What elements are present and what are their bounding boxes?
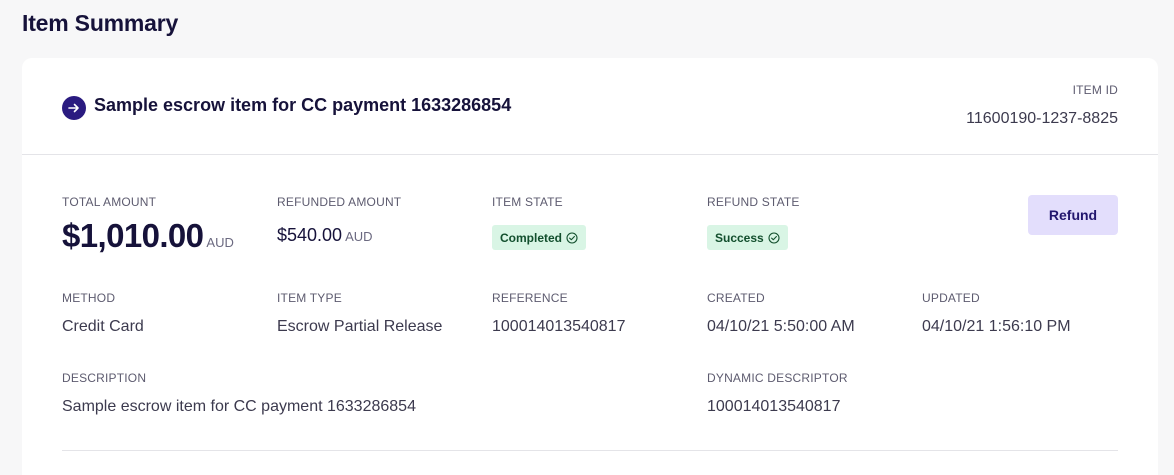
updated-value: 04/10/21 1:56:10 PM	[922, 318, 1071, 335]
refunded-amount-currency: AUD	[345, 229, 373, 244]
item-id-label: ITEM ID	[1072, 83, 1118, 97]
created-field: CREATED 04/10/21 5:50:00 AM	[707, 291, 855, 336]
refunded-amount-value: $540.00	[277, 225, 343, 245]
dynamic-descriptor-value: 100014013540817	[707, 398, 841, 415]
check-circle-icon	[566, 231, 578, 244]
dynamic-descriptor-label: DYNAMIC DESCRIPTOR	[707, 371, 848, 385]
card-header: Sample escrow item for CC payment 163328…	[22, 58, 1158, 155]
item-type-value: Escrow Partial Release	[277, 318, 443, 335]
item-state-field: ITEM STATE Completed	[492, 195, 587, 250]
dynamic-descriptor-field: DYNAMIC DESCRIPTOR 100014013540817	[707, 371, 848, 416]
refunded-amount: $540.00 AUD	[277, 225, 401, 246]
refund-button[interactable]: Refund	[1028, 195, 1118, 235]
description-value: Sample escrow item for CC payment 163328…	[62, 398, 416, 415]
method-field: METHOD Credit Card	[62, 291, 144, 336]
method-value: Credit Card	[62, 318, 144, 335]
refunded-amount-field: REFUNDED AMOUNT $540.00 AUD	[277, 195, 401, 246]
total-amount-field: TOTAL AMOUNT $1,010.00 AUD	[62, 195, 234, 255]
description-field: DESCRIPTION Sample escrow item for CC pa…	[62, 371, 416, 416]
item-state-label: ITEM STATE	[492, 195, 563, 209]
refunded-amount-label: REFUNDED AMOUNT	[277, 195, 402, 209]
description-label: DESCRIPTION	[62, 371, 147, 385]
created-value: 04/10/21 5:50:00 AM	[707, 318, 855, 335]
total-amount: $1,010.00 AUD	[62, 217, 234, 255]
method-label: METHOD	[62, 291, 116, 305]
refund-state-label: REFUND STATE	[707, 195, 800, 209]
page-title: Item Summary	[22, 10, 179, 36]
refund-state-badge: Success	[707, 225, 788, 250]
arrow-right-circle-icon	[62, 96, 86, 120]
reference-field: REFERENCE 100014013540817	[492, 291, 625, 336]
total-amount-label: TOTAL AMOUNT	[62, 195, 157, 209]
item-state-badge: Completed	[492, 225, 587, 250]
refund-state-text: Success	[715, 230, 764, 245]
created-label: CREATED	[707, 291, 765, 305]
section-divider	[62, 450, 1118, 451]
reference-value: 100014013540817	[492, 318, 626, 335]
item-type-field: ITEM TYPE Escrow Partial Release	[277, 291, 442, 336]
total-amount-value: $1,010.00	[62, 217, 204, 254]
item-title: Sample escrow item for CC payment 163328…	[94, 95, 512, 115]
check-circle-icon	[768, 231, 780, 244]
item-type-label: ITEM TYPE	[277, 291, 342, 305]
item-state-text: Completed	[500, 230, 563, 245]
reference-label: REFERENCE	[492, 291, 568, 305]
item-summary-card: Sample escrow item for CC payment 163328…	[22, 58, 1158, 475]
total-amount-currency: AUD	[206, 235, 234, 250]
updated-field: UPDATED 04/10/21 1:56:10 PM	[922, 291, 1071, 336]
item-id-value: 11600190-1237-8825	[966, 110, 1118, 127]
refund-state-field: REFUND STATE Success	[707, 195, 800, 250]
updated-label: UPDATED	[922, 291, 980, 305]
